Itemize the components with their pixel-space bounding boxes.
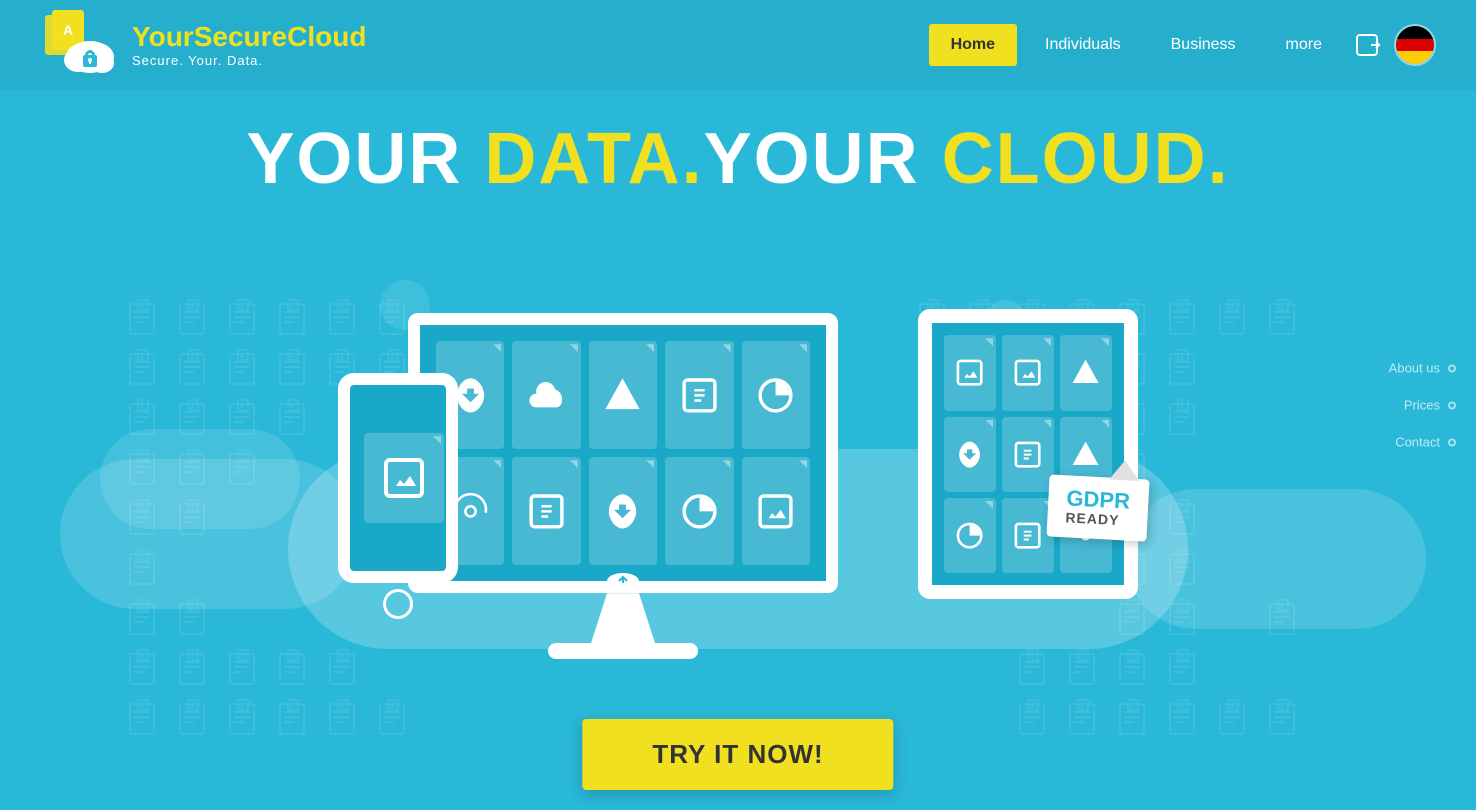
tablet-screen [918,309,1138,599]
file-icon-large [364,433,444,523]
file-icon [742,341,810,449]
hero-section: YOUR DATA.YOUR CLOUD. [0,90,1476,199]
login-icon [1355,31,1383,59]
svg-text:A: A [63,22,73,38]
monitor-base [548,643,698,659]
side-nav-about[interactable]: About us [1389,361,1456,376]
file-icon [512,457,580,565]
file-icon [1002,417,1054,492]
file-icon [665,457,733,565]
hero-headline: YOUR DATA.YOUR CLOUD. [0,120,1476,199]
file-icon [944,417,996,492]
monitor-cloud-badge [606,567,640,589]
nav-business[interactable]: Business [1149,24,1258,66]
file-icon [589,457,657,565]
tablet: GDPR READY [918,309,1138,599]
gdpr-badge: GDPR READY [1047,475,1150,542]
side-nav-prices[interactable]: Prices [1404,398,1456,413]
file-icon [665,341,733,449]
illustration-area: GDPR READY [0,179,1476,709]
side-nav: About us Prices Contact [1389,361,1456,450]
monitor-stand [583,593,663,643]
file-icon [742,457,810,565]
main-nav: Home Individuals Business more [929,24,1436,66]
side-nav-dot-prices [1448,401,1456,409]
logo-icon: A [40,5,120,85]
logo[interactable]: A YourSecureCloud Secure. Your. Data. [40,5,366,85]
header: A YourSecureCloud Secure. Your. Data. Ho… [0,0,1476,90]
nav-individuals[interactable]: Individuals [1023,24,1143,66]
file-icon [1002,335,1054,410]
file-icon [944,498,996,573]
cloud-left2 [100,429,300,529]
device-container: GDPR READY [288,179,1188,659]
logo-text: YourSecureCloud Secure. Your. Data. [132,22,366,68]
file-icon [589,341,657,449]
language-flag[interactable] [1394,24,1436,66]
phone-home-button [383,589,413,619]
nav-login-button[interactable] [1350,26,1388,64]
phone [338,373,458,619]
file-icon [1060,335,1112,410]
nav-more[interactable]: more [1264,24,1344,66]
phone-screen [338,373,458,583]
file-icon [944,335,996,410]
cta-area: TRY IT NOW! [582,719,893,790]
german-flag [1396,26,1434,64]
logo-tagline: Secure. Your. Data. [132,53,366,68]
side-nav-contact[interactable]: Contact [1395,435,1456,450]
side-nav-dot-about [1448,364,1456,372]
cta-button[interactable]: TRY IT NOW! [582,719,893,790]
monitor-screen [408,313,838,593]
side-nav-dot-contact [1448,438,1456,446]
nav-home[interactable]: Home [929,24,1017,66]
logo-name: YourSecureCloud [132,22,366,53]
monitor [408,313,838,659]
file-icon [512,341,580,449]
file-icon [1002,498,1054,573]
